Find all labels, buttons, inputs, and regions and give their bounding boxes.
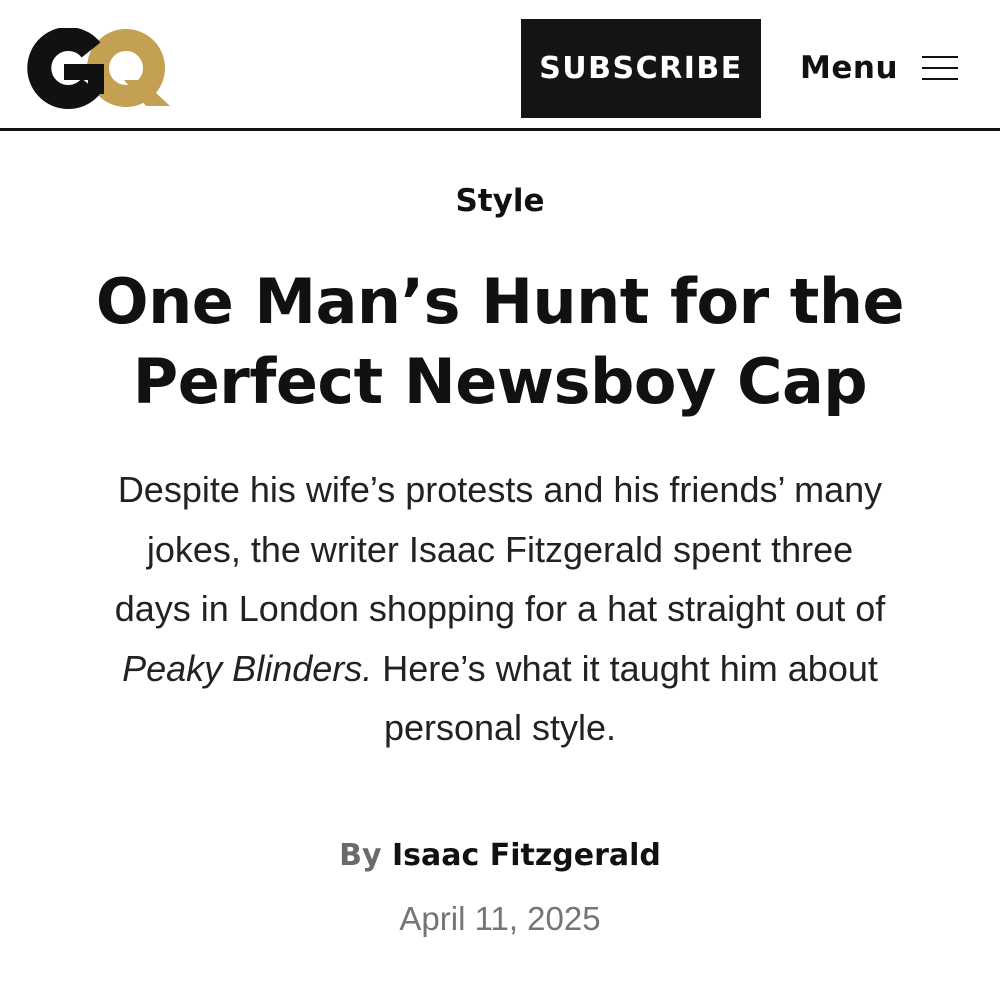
byline: By Isaac Fitzgerald [0,838,1000,873]
menu-button[interactable]: Menu [800,40,959,96]
rubric-link-style[interactable]: Style [0,183,1000,219]
publish-date: April 11, 2025 [399,900,601,937]
dek-line-1: Despite his wife’s protests and his frie… [117,469,883,510]
article-dek: Despite his wife’s protests and his frie… [40,460,960,758]
menu-label: Menu [800,50,899,86]
headline-line-1: One Man’s Hunt for the [95,265,905,338]
dek-line-4: Here’s what it taught him about [372,647,878,689]
dek-line-2: jokes, the writer Isaac Fitzgerald spent… [146,528,854,570]
article-headline: One Man’s Hunt for the Perfect Newsboy C… [60,262,940,422]
subscribe-button[interactable]: SUBSCRIBE [521,19,761,118]
dek-line-5: personal style. [383,707,617,748]
headline-line-2: Perfect Newsboy Cap [132,345,868,418]
dek-line-3: days in London shopping for a hat straig… [114,588,886,629]
site-header: SUBSCRIBE Menu [0,0,1000,131]
author-link[interactable]: Isaac Fitzgerald [392,838,661,873]
hamburger-icon [922,54,959,82]
byline-prefix: By [339,838,382,873]
dek-show-title: Peaky Blinders. [122,647,373,689]
gq-logo[interactable] [18,27,174,110]
gq-logo-mark [27,27,170,109]
